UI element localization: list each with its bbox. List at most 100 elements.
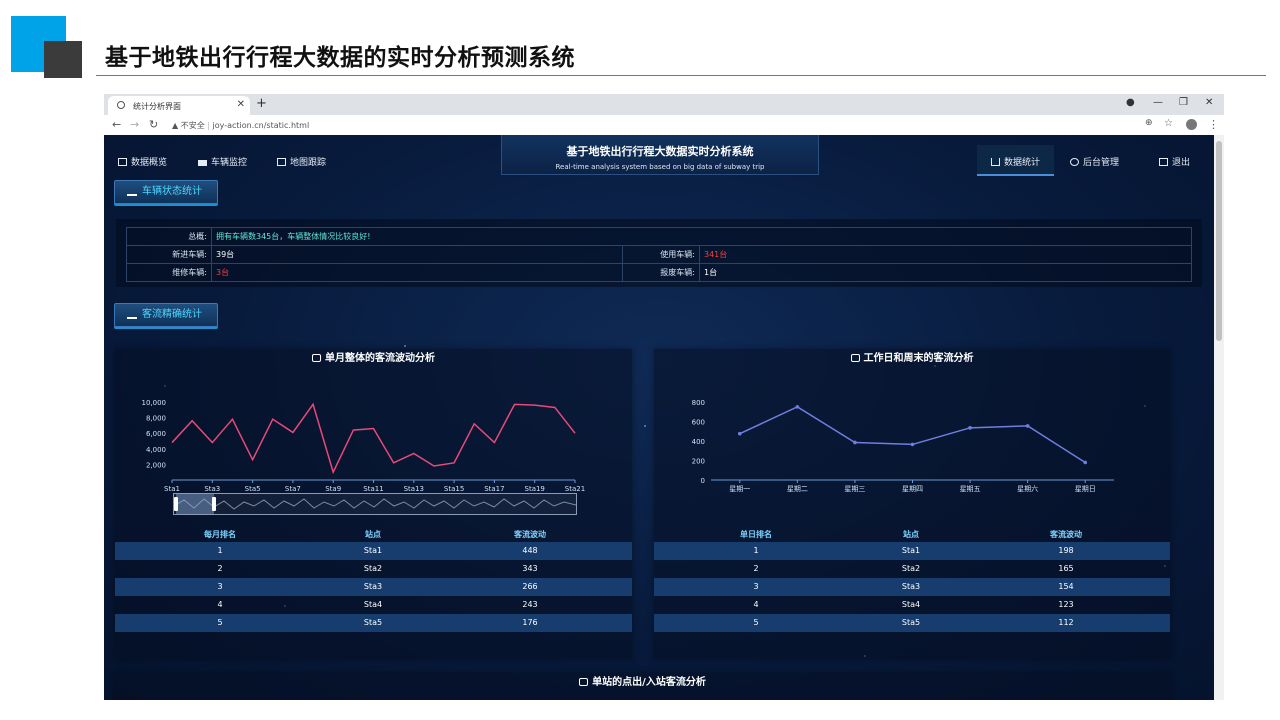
data-point	[737, 431, 742, 436]
zoom-icon[interactable]: ⊕	[1145, 118, 1153, 128]
x-tick-label: 星期日	[1075, 485, 1096, 493]
overview-label: 总概:	[126, 227, 212, 246]
x-tick-label: Sta11	[363, 485, 383, 493]
table-cell: Sta3	[363, 582, 383, 591]
monthly-table-header: 每月排名 站点 客流波动	[115, 529, 632, 543]
scrapped-vehicles-label: 报废车辆:	[622, 263, 700, 282]
zoom-handle-left[interactable]	[174, 497, 178, 511]
slide-divider	[96, 75, 1266, 76]
bar-chart-icon	[991, 158, 1000, 166]
table-row: 4 Sta4 243	[115, 596, 632, 614]
menu-icon[interactable]: ⋮	[1208, 118, 1219, 131]
weekly-table-header: 单日排名 站点 客流波动	[654, 529, 1170, 543]
bookmark-star-icon[interactable]: ☆	[1164, 118, 1173, 129]
forward-icon[interactable]: →	[130, 118, 139, 131]
x-tick-label: 星期六	[1017, 484, 1038, 493]
column-header: 客流波动	[514, 530, 546, 539]
y-tick-label: 6,000	[146, 430, 166, 438]
column-header: 客流波动	[1050, 530, 1082, 539]
url-field[interactable]: ▲ 不安全 | joy-action.cn/static.html	[172, 120, 309, 131]
y-tick-label: 800	[692, 399, 705, 407]
scrollbar[interactable]	[1214, 135, 1224, 700]
browser-tab[interactable]: 统计分析界面 ✕	[108, 96, 250, 115]
in-use-vehicles-label: 使用车辆:	[622, 245, 700, 264]
passenger-flow-button[interactable]: 客流精确统计	[114, 303, 218, 327]
bar-chart-icon	[127, 309, 137, 319]
table-row: 5 Sta5 112	[654, 614, 1170, 632]
new-tab-button[interactable]: +	[256, 96, 267, 111]
nav-admin[interactable]: 后台管理	[1070, 155, 1119, 168]
x-tick-label: 星期二	[787, 485, 808, 493]
table-row: 总概: 拥有车辆数345台，车辆整体情况比较良好!	[126, 227, 1192, 246]
nav-data-overview[interactable]: 数据概览	[118, 155, 167, 168]
table-row: 5 Sta5 176	[115, 614, 632, 632]
x-tick-label: 星期四	[902, 485, 923, 493]
maximize-button[interactable]: ❐	[1179, 97, 1188, 108]
table-cell: 243	[522, 600, 538, 609]
zoom-handle-right[interactable]	[212, 497, 216, 511]
data-zoom-window[interactable]	[176, 494, 214, 514]
gear-icon	[1070, 158, 1079, 166]
y-tick-label: 8,000	[146, 415, 166, 423]
table-row: 4 Sta4 123	[654, 596, 1170, 614]
y-tick-label: 400	[692, 438, 705, 446]
new-vehicles-label: 新进车辆:	[126, 245, 212, 264]
table-cell: 112	[1058, 618, 1074, 627]
weekly-flow-panel: 工作日和周末的客流分析 0 200 400 600 800 星期一 星期二 星期三 星期四 星期五…	[654, 349, 1170, 659]
x-tick-label: Sta9	[325, 485, 341, 493]
x-tick-label: 星期一	[729, 485, 750, 493]
reload-icon[interactable]: ↻	[149, 118, 158, 131]
system-title: 基于地铁出行行程大数据实时分析系统	[566, 145, 754, 158]
table-cell: 3	[217, 582, 223, 591]
table-cell: 448	[522, 546, 538, 555]
repair-vehicles-value: 3台	[211, 263, 623, 282]
in-use-vehicles-value: 341台	[699, 245, 1192, 264]
y-tick-label: 0	[701, 477, 705, 485]
table-cell: 2	[217, 564, 223, 573]
table-row: 3 Sta3 154	[654, 578, 1170, 596]
vehicle-status-button[interactable]: 车辆状态统计	[114, 180, 218, 204]
table-row: 维修车辆: 3台 报废车辆: 1台	[126, 263, 1192, 282]
y-tick-label: 4,000	[146, 446, 166, 454]
url-text: joy-action.cn/static.html	[212, 121, 310, 130]
scrollbar-thumb[interactable]	[1216, 141, 1222, 341]
monitor-icon	[850, 354, 860, 362]
tab-bar: 统计分析界面 ✕ + ● — ❐ ✕	[104, 94, 1224, 115]
warning-icon: ▲	[172, 121, 179, 130]
x-tick-label: 星期五	[960, 485, 981, 493]
x-tick-label: Sta15	[444, 485, 464, 493]
new-vehicles-value: 39台	[211, 245, 623, 264]
data-zoom-slider[interactable]	[173, 493, 577, 515]
data-point	[968, 426, 972, 430]
table-cell: 198	[1058, 546, 1074, 555]
station-flow-panel: 单站的点出/入站客流分析	[115, 673, 1170, 700]
vehicle-status-table: 总概: 拥有车辆数345台，车辆整体情况比较良好! 新进车辆: 39台 使用车辆…	[126, 227, 1192, 282]
series-line	[739, 406, 1086, 464]
building-icon	[277, 158, 286, 166]
table-cell: Sta2	[363, 564, 383, 573]
close-window-button[interactable]: ✕	[1205, 97, 1213, 108]
nav-vehicle-monitor[interactable]: 车辆监控	[198, 155, 247, 168]
nav-logout[interactable]: 退出	[1159, 155, 1190, 168]
profile-icon[interactable]: ●	[1126, 97, 1135, 108]
table-row: 3 Sta3 266	[115, 578, 632, 596]
data-point	[1025, 424, 1030, 428]
x-tick-label: 星期三	[844, 485, 865, 493]
close-tab-icon[interactable]: ✕	[237, 99, 245, 110]
x-tick-label: Sta3	[204, 485, 220, 493]
table-cell: Sta1	[363, 546, 383, 555]
table-cell: 123	[1058, 600, 1074, 609]
minimize-button[interactable]: —	[1153, 97, 1163, 108]
x-tick-label: Sta19	[525, 485, 545, 493]
nav-map-tracking[interactable]: 地图跟踪	[277, 155, 326, 168]
x-tick-label: Sta7	[285, 485, 301, 493]
weekly-panel-title: 工作日和周末的客流分析	[654, 349, 1170, 364]
globe-icon	[117, 101, 125, 109]
table-cell: 4	[753, 600, 759, 609]
back-icon[interactable]: ←	[112, 118, 121, 131]
data-point	[853, 440, 857, 445]
nav-data-statistics[interactable]: 数据统计	[991, 155, 1040, 168]
scrapped-vehicles-value: 1台	[699, 263, 1192, 282]
avatar[interactable]	[1186, 119, 1197, 130]
column-header: 单日排名	[740, 530, 772, 539]
